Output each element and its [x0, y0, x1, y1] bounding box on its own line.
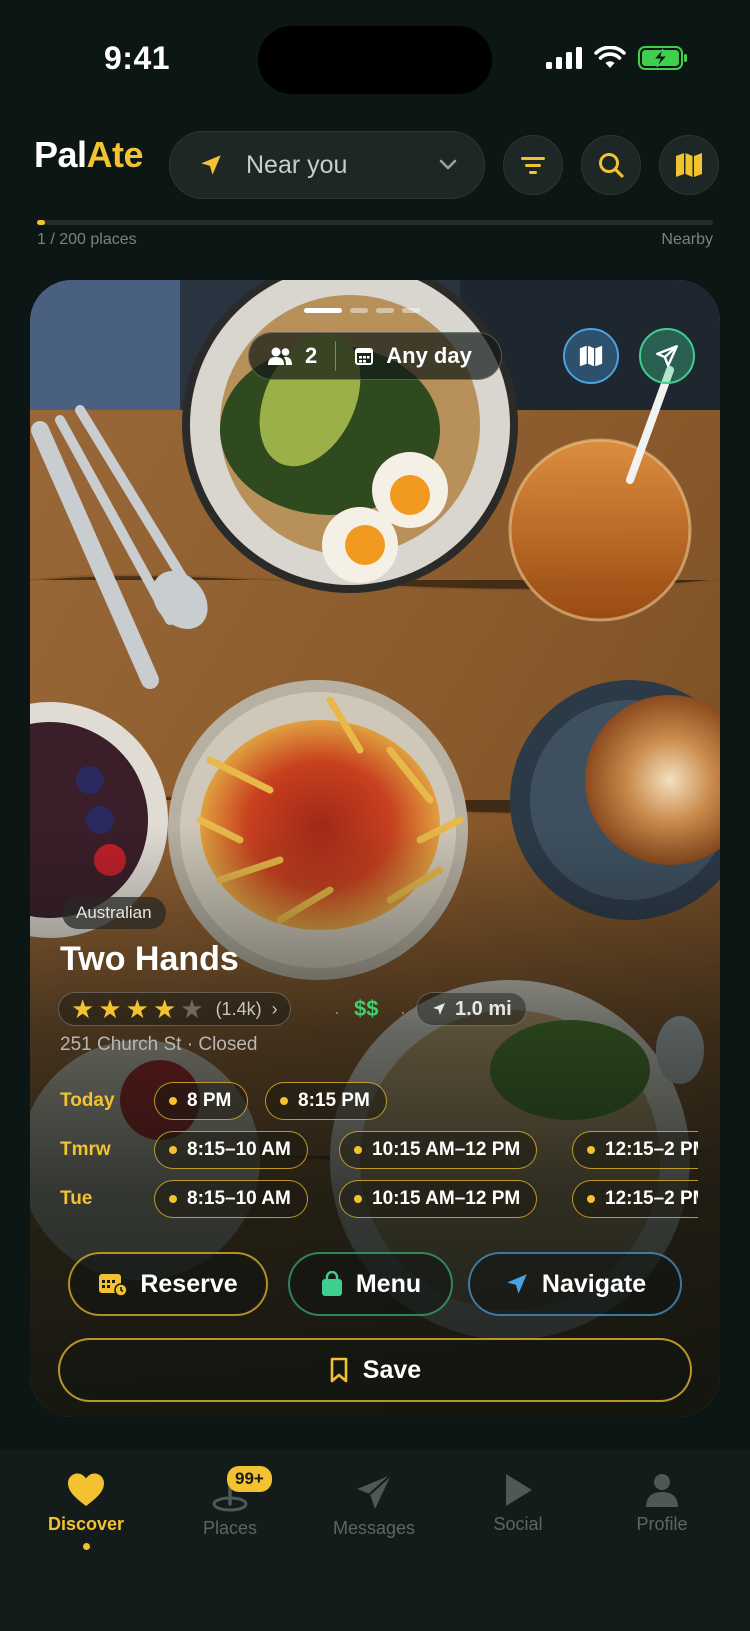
date-selection: Any day — [386, 343, 472, 368]
search-icon — [599, 153, 624, 178]
tab-label: Profile — [636, 1514, 688, 1534]
filter-icon — [521, 157, 545, 174]
photo-page-indicator[interactable] — [304, 308, 420, 313]
slot-row-tomorrow: 8:15–10 AM 10:15 AM–12 PM 12:15–2 PM — [30, 1131, 698, 1175]
tab-profile[interactable]: Profile — [587, 1472, 737, 1535]
navigate-button[interactable]: Navigate — [468, 1252, 682, 1316]
location-label: Near you — [246, 150, 348, 179]
tab-social[interactable]: Social — [443, 1472, 593, 1535]
location-arrow-icon — [201, 155, 221, 175]
slot-row-today: 8 PM 8:15 PM — [30, 1082, 698, 1126]
sort-mode[interactable]: Nearby — [661, 231, 713, 249]
time-slot[interactable]: 8:15–10 AM — [154, 1131, 308, 1169]
star-filled-icon: ★ — [152, 994, 177, 1024]
search-button[interactable] — [581, 135, 641, 195]
time-slot[interactable]: 12:15–2 PM — [572, 1180, 698, 1218]
menu-button[interactable]: Menu — [288, 1252, 453, 1316]
price-level: $$ — [354, 996, 379, 1021]
places-badge: 99+ — [227, 1466, 272, 1492]
logo-text-ate: Ate — [86, 134, 144, 175]
paper-plane-icon — [357, 1474, 392, 1509]
distance-value: 1.0 mi — [455, 997, 512, 1020]
status-time: 9:41 — [104, 40, 171, 76]
bookmark-icon — [330, 1357, 348, 1383]
rating-button[interactable]: ★ ★ ★ ★ ★ (1.4k) › — [58, 992, 291, 1026]
save-label: Save — [362, 1355, 422, 1384]
save-button[interactable]: Save — [58, 1338, 692, 1402]
time-slot[interactable]: 8:15 PM — [265, 1082, 387, 1120]
person-icon — [646, 1474, 678, 1507]
location-selector[interactable]: Near you — [169, 131, 485, 199]
location-arrow-icon — [433, 1003, 445, 1015]
battery-charging-icon — [638, 46, 687, 70]
heart-icon — [68, 1473, 104, 1506]
menu-label: Menu — [355, 1269, 422, 1298]
tab-label: Discover — [47, 1514, 125, 1534]
star-rating: ★ ★ ★ ★ ★ — [71, 996, 204, 1022]
reserve-button[interactable]: Reserve — [68, 1252, 268, 1316]
tab-label: Messages — [332, 1518, 416, 1538]
play-icon — [506, 1474, 532, 1506]
places-progress-track — [37, 220, 713, 225]
tab-label: Places — [202, 1518, 258, 1538]
card-share-button[interactable] — [639, 328, 695, 384]
chevron-right-icon: › — [271, 998, 278, 1019]
tab-discover[interactable]: Discover — [11, 1472, 161, 1550]
navigate-label: Navigate — [541, 1269, 647, 1298]
tab-messages[interactable]: Messages — [299, 1472, 449, 1539]
card-map-button[interactable] — [563, 328, 619, 384]
address-status: 251 Church St · Closed — [60, 1034, 258, 1055]
restaurant-name[interactable]: Two Hands — [60, 940, 239, 979]
app-logo[interactable]: Pal Ate — [34, 134, 144, 176]
logo-text-pal: Pal — [34, 134, 87, 175]
star-filled-icon: ★ — [71, 994, 95, 1024]
restaurant-card[interactable]: 2 Any day Australian Two Hands ★ ★ ★ ★ ★ (1.… — [30, 280, 720, 1417]
map-icon — [676, 153, 702, 177]
star-filled-icon: ★ — [125, 994, 149, 1024]
star-empty-icon: ★ — [180, 994, 204, 1024]
distance-button[interactable]: 1.0 mi — [416, 992, 527, 1026]
cellular-signal-icon — [546, 47, 582, 69]
wifi-icon — [594, 46, 626, 68]
tab-places[interactable]: 99+ Places — [155, 1466, 305, 1539]
rating-count: (1.4k) — [215, 998, 262, 1019]
star-filled-icon: ★ — [98, 994, 122, 1024]
separator-dot: · — [400, 1002, 406, 1022]
party-size: 2 — [305, 343, 318, 368]
navigation-arrow-icon — [507, 1274, 527, 1294]
bottom-tab-bar: Discover 99+ Places Messages Social Prof… — [0, 1450, 750, 1631]
cuisine-tag: Australian — [62, 897, 166, 929]
photo-gradient-overlay — [30, 280, 720, 1417]
reserve-calendar-icon — [99, 1274, 129, 1297]
filter-button[interactable] — [503, 135, 563, 195]
time-slot[interactable]: 10:15 AM–12 PM — [339, 1180, 538, 1218]
slot-row-tuesday: 8:15–10 AM 10:15 AM–12 PM 12:15–2 PM — [30, 1180, 698, 1224]
places-progress-fill — [37, 220, 46, 225]
active-indicator — [82, 1543, 90, 1550]
dynamic-island — [258, 26, 492, 94]
calendar-icon — [355, 348, 374, 365]
time-slot[interactable]: 10:15 AM–12 PM — [339, 1131, 538, 1169]
people-icon — [268, 347, 292, 365]
map-view-button[interactable] — [659, 135, 719, 195]
paper-plane-icon — [656, 345, 678, 367]
party-date-selector[interactable]: 2 Any day — [248, 332, 502, 380]
separator-dot: · — [334, 1002, 340, 1022]
reserve-label: Reserve — [140, 1269, 238, 1298]
map-icon — [579, 345, 603, 367]
status-icons — [546, 46, 688, 70]
time-slot[interactable]: 8:15–10 AM — [154, 1180, 308, 1218]
time-slot[interactable]: 12:15–2 PM — [572, 1131, 698, 1169]
shopping-bag-icon — [321, 1271, 342, 1296]
tab-label: Social — [493, 1514, 543, 1534]
places-count: 1 / 200 places — [37, 231, 137, 248]
time-slot[interactable]: 8 PM — [154, 1082, 249, 1120]
chevron-down-icon — [439, 159, 457, 170]
